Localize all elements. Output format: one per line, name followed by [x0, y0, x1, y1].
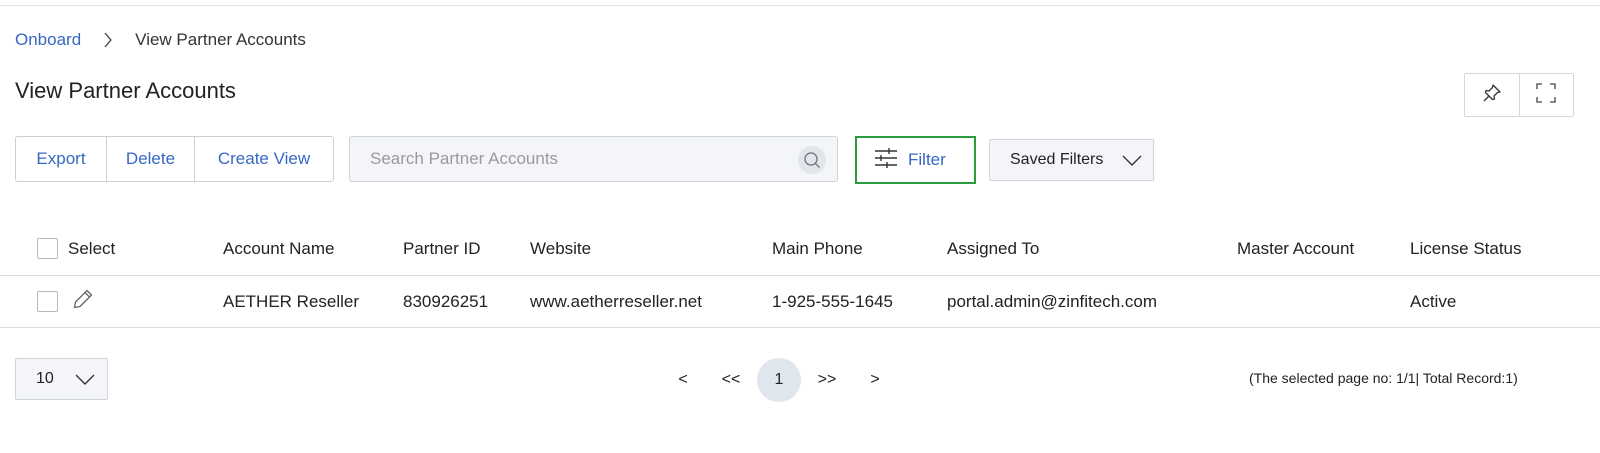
delete-button[interactable]: Delete	[106, 137, 194, 181]
fullscreen-icon	[1536, 82, 1556, 108]
search-box	[349, 136, 838, 182]
table-header: Select Account Name Partner ID Website M…	[0, 222, 1600, 276]
top-divider	[0, 5, 1600, 6]
pin-button[interactable]	[1465, 74, 1519, 116]
breadcrumb-current: View Partner Accounts	[135, 30, 306, 49]
view-actions	[1464, 73, 1574, 117]
first-page-button[interactable]: <<	[716, 357, 746, 403]
chevron-down-icon	[1121, 152, 1143, 173]
select-all-checkbox[interactable]	[37, 222, 58, 275]
pin-icon	[1482, 83, 1502, 108]
column-header-main-phone[interactable]: Main Phone	[772, 222, 863, 275]
partner-id-cell: 830926251	[403, 291, 489, 311]
main-phone-cell: 1-925-555-1645	[772, 291, 893, 311]
website-cell: www.aetherreseller.net	[530, 291, 702, 311]
column-header-website[interactable]: Website	[530, 222, 591, 275]
search-input[interactable]	[350, 137, 790, 181]
fullscreen-button[interactable]	[1518, 74, 1574, 116]
page-size-value: 10	[36, 370, 54, 387]
next-page-button[interactable]: >	[864, 357, 886, 403]
current-page-button[interactable]: 1	[757, 358, 801, 402]
filter-label: Filter	[908, 150, 946, 169]
column-header-master-account[interactable]: Master Account	[1237, 222, 1354, 275]
sliders-icon	[874, 147, 898, 174]
assigned-to-link[interactable]: portal.admin@zinfitech.com	[947, 276, 1157, 327]
license-status-cell: Active	[1410, 291, 1457, 311]
table-row: AETHER Reseller 830926251 www.aetherrese…	[0, 276, 1600, 328]
breadcrumb: Onboard View Partner Accounts	[15, 29, 306, 51]
column-header-select: Select	[68, 238, 116, 258]
search-icon[interactable]	[798, 146, 826, 174]
prev-page-button[interactable]: <	[672, 357, 694, 403]
pencil-icon	[72, 288, 94, 315]
chevron-down-icon	[74, 371, 96, 392]
action-button-group: Export Delete Create View	[15, 136, 334, 182]
create-view-button[interactable]: Create View	[194, 137, 333, 181]
column-header-assigned-to[interactable]: Assigned To	[947, 222, 1039, 275]
page-size-select[interactable]: 10	[15, 358, 108, 400]
edit-row-button[interactable]	[72, 276, 94, 327]
record-info: (The selected page no: 1/1| Total Record…	[1249, 370, 1518, 386]
column-header-account-name[interactable]: Account Name	[223, 222, 335, 275]
last-page-button[interactable]: >>	[812, 357, 842, 403]
column-header-partner-id[interactable]: Partner ID	[403, 222, 480, 275]
row-checkbox[interactable]	[37, 276, 58, 327]
column-header-license-status[interactable]: License Status	[1410, 222, 1522, 275]
page-title: View Partner Accounts	[15, 78, 236, 103]
breadcrumb-onboard-link[interactable]: Onboard	[15, 30, 81, 50]
chevron-right-icon	[103, 32, 113, 48]
account-name-link[interactable]: AETHER Reseller	[223, 276, 359, 327]
export-button[interactable]: Export	[16, 137, 106, 181]
filter-button[interactable]: Filter	[855, 136, 976, 184]
saved-filters-label: Saved Filters	[1010, 151, 1104, 168]
saved-filters-dropdown[interactable]: Saved Filters	[989, 139, 1154, 181]
